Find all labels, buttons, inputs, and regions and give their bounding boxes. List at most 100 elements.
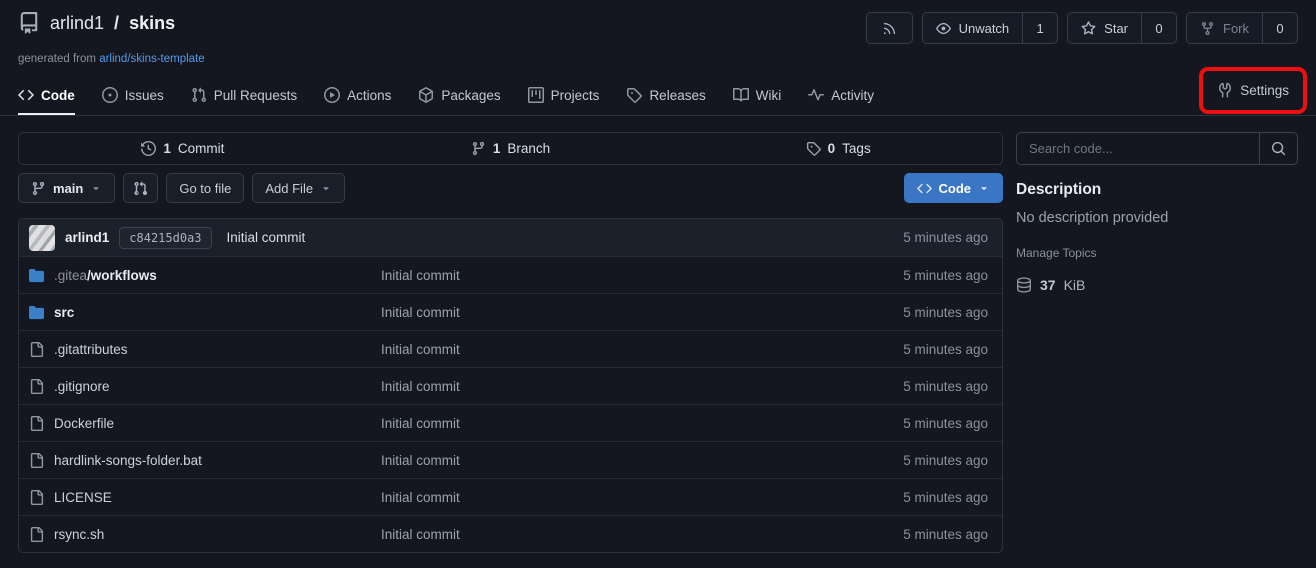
tools-icon	[1217, 82, 1233, 98]
file-rows: .gitea/workflowsInitial commit5 minutes …	[19, 256, 1002, 552]
star-button[interactable]: Star0	[1067, 12, 1177, 44]
table-row[interactable]: DockerfileInitial commit5 minutes ago	[19, 404, 1002, 441]
tab-issues-label: Issues	[125, 88, 164, 103]
database-icon	[1016, 277, 1032, 293]
branch-name: main	[53, 181, 83, 196]
file-commit-time: 5 minutes ago	[848, 342, 992, 357]
table-row[interactable]: .gitignoreInitial commit5 minutes ago	[19, 367, 1002, 404]
tab-releases-label: Releases	[649, 88, 705, 103]
repo-name-link[interactable]: skins	[129, 13, 175, 34]
file-name-link[interactable]: src	[29, 305, 381, 320]
star-icon	[1081, 21, 1096, 36]
file-name: LICENSE	[54, 490, 112, 505]
settings-annotation-box[interactable]: Settings	[1199, 67, 1307, 114]
file-commit-message-link[interactable]: Initial commit	[381, 305, 848, 320]
rss-button[interactable]	[866, 12, 913, 44]
tab-pull-requests-label: Pull Requests	[214, 88, 297, 103]
template-repo-link[interactable]: arlind/skins-template	[99, 53, 204, 65]
manage-topics-link[interactable]: Manage Topics	[1016, 246, 1298, 260]
file-commit-time: 5 minutes ago	[848, 527, 992, 542]
branches-stat[interactable]: 1Branch	[347, 141, 675, 156]
issue-icon	[102, 87, 118, 103]
commit-author-link[interactable]: arlind1	[65, 230, 109, 245]
folder-icon	[29, 305, 44, 320]
code-icon	[18, 87, 34, 103]
unwatch-button-count[interactable]: 1	[1022, 13, 1057, 43]
fork-button-count[interactable]: 0	[1262, 13, 1297, 43]
search-icon	[1271, 141, 1286, 156]
tab-code[interactable]: Code	[18, 87, 75, 115]
tab-actions[interactable]: Actions	[324, 87, 391, 115]
file-commit-message-link[interactable]: Initial commit	[381, 268, 848, 283]
commit-message-link[interactable]: Initial commit	[227, 230, 306, 245]
repo-icon	[18, 12, 40, 34]
tab-projects-label: Projects	[551, 88, 600, 103]
file-commit-time: 5 minutes ago	[848, 490, 992, 505]
repo-action-buttons: Unwatch1Star0Fork0	[866, 12, 1298, 44]
rss-icon	[882, 21, 897, 36]
tab-settings[interactable]: Settings	[1240, 83, 1289, 98]
repo-page: arlind1 / skins Unwatch1Star0Fork0 gener…	[0, 0, 1316, 568]
file-name-link[interactable]: hardlink-songs-folder.bat	[29, 453, 381, 468]
commit-hash-link[interactable]: c84215d0a3	[119, 227, 211, 249]
star-button-count[interactable]: 0	[1141, 13, 1176, 43]
search-input[interactable]	[1017, 133, 1259, 164]
tab-projects[interactable]: Projects	[528, 87, 600, 115]
pulse-icon	[808, 87, 824, 103]
tag-icon	[806, 141, 821, 156]
file-name-link[interactable]: .gitignore	[29, 379, 381, 394]
unwatch-button-main[interactable]: Unwatch	[923, 13, 1023, 43]
chevron-down-icon	[320, 182, 332, 194]
file-table: arlind1 c84215d0a3 Initial commit 5 minu…	[18, 218, 1003, 553]
table-row[interactable]: LICENSE Initial commit5 minutes ago	[19, 478, 1002, 515]
table-row[interactable]: srcInitial commit5 minutes ago	[19, 293, 1002, 330]
file-name: Dockerfile	[54, 416, 114, 431]
file-commit-message-link[interactable]: Initial commit	[381, 527, 848, 542]
file-commit-message-link[interactable]: Initial commit	[381, 453, 848, 468]
rss-button-main[interactable]	[867, 13, 912, 43]
tab-pull-requests[interactable]: Pull Requests	[191, 87, 297, 115]
tags-stat[interactable]: 0Tags	[674, 141, 1002, 156]
tab-activity-label: Activity	[831, 88, 874, 103]
repo-stats-bar: 1Commit1Branch0Tags	[18, 132, 1003, 165]
repo-size: 37 KiB	[1016, 277, 1298, 293]
table-row[interactable]: .gitea/workflowsInitial commit5 minutes …	[19, 256, 1002, 293]
table-row[interactable]: rsync.shInitial commit5 minutes ago	[19, 515, 1002, 552]
file-commit-message-link[interactable]: Initial commit	[381, 416, 848, 431]
file-name-link[interactable]: LICENSE	[29, 490, 381, 505]
search-button[interactable]	[1259, 133, 1297, 164]
play-icon	[324, 87, 340, 103]
tab-activity[interactable]: Activity	[808, 87, 874, 115]
avatar[interactable]	[29, 225, 55, 251]
file-commit-message-link[interactable]: Initial commit	[381, 490, 848, 505]
file-name-link[interactable]: rsync.sh	[29, 527, 381, 542]
file-commit-time: 5 minutes ago	[848, 379, 992, 394]
add-file-button[interactable]: Add File	[252, 173, 345, 203]
fork-button[interactable]: Fork0	[1186, 12, 1298, 44]
fork-icon	[1200, 21, 1215, 36]
tab-issues[interactable]: Issues	[102, 87, 164, 115]
description-text: No description provided	[1016, 210, 1298, 226]
fork-button-main[interactable]: Fork	[1187, 13, 1262, 43]
file-commit-message-link[interactable]: Initial commit	[381, 379, 848, 394]
repo-size-unit: KiB	[1064, 277, 1086, 293]
file-name-link[interactable]: Dockerfile	[29, 416, 381, 431]
tab-packages[interactable]: Packages	[418, 87, 500, 115]
code-download-button[interactable]: Code	[904, 173, 1004, 203]
tab-packages-label: Packages	[441, 88, 500, 103]
table-row[interactable]: hardlink-songs-folder.batInitial commit5…	[19, 441, 1002, 478]
tab-releases[interactable]: Releases	[626, 87, 705, 115]
commits-stat[interactable]: 1Commit	[19, 141, 347, 156]
compare-button[interactable]	[123, 173, 158, 203]
file-name-link[interactable]: .gitea/workflows	[29, 268, 381, 283]
tab-wiki[interactable]: Wiki	[733, 87, 782, 115]
repo-owner-link[interactable]: arlind1	[50, 13, 104, 34]
table-row[interactable]: .gitattributesInitial commit5 minutes ag…	[19, 330, 1002, 367]
go-to-file-button[interactable]: Go to file	[166, 173, 244, 203]
file-commit-message-link[interactable]: Initial commit	[381, 342, 848, 357]
file-name-link[interactable]: .gitattributes	[29, 342, 381, 357]
star-button-main[interactable]: Star	[1068, 13, 1141, 43]
unwatch-button[interactable]: Unwatch1	[922, 12, 1059, 44]
branch-selector[interactable]: main	[18, 173, 115, 203]
repo-header: arlind1 / skins Unwatch1Star0Fork0 gener…	[0, 0, 1316, 65]
